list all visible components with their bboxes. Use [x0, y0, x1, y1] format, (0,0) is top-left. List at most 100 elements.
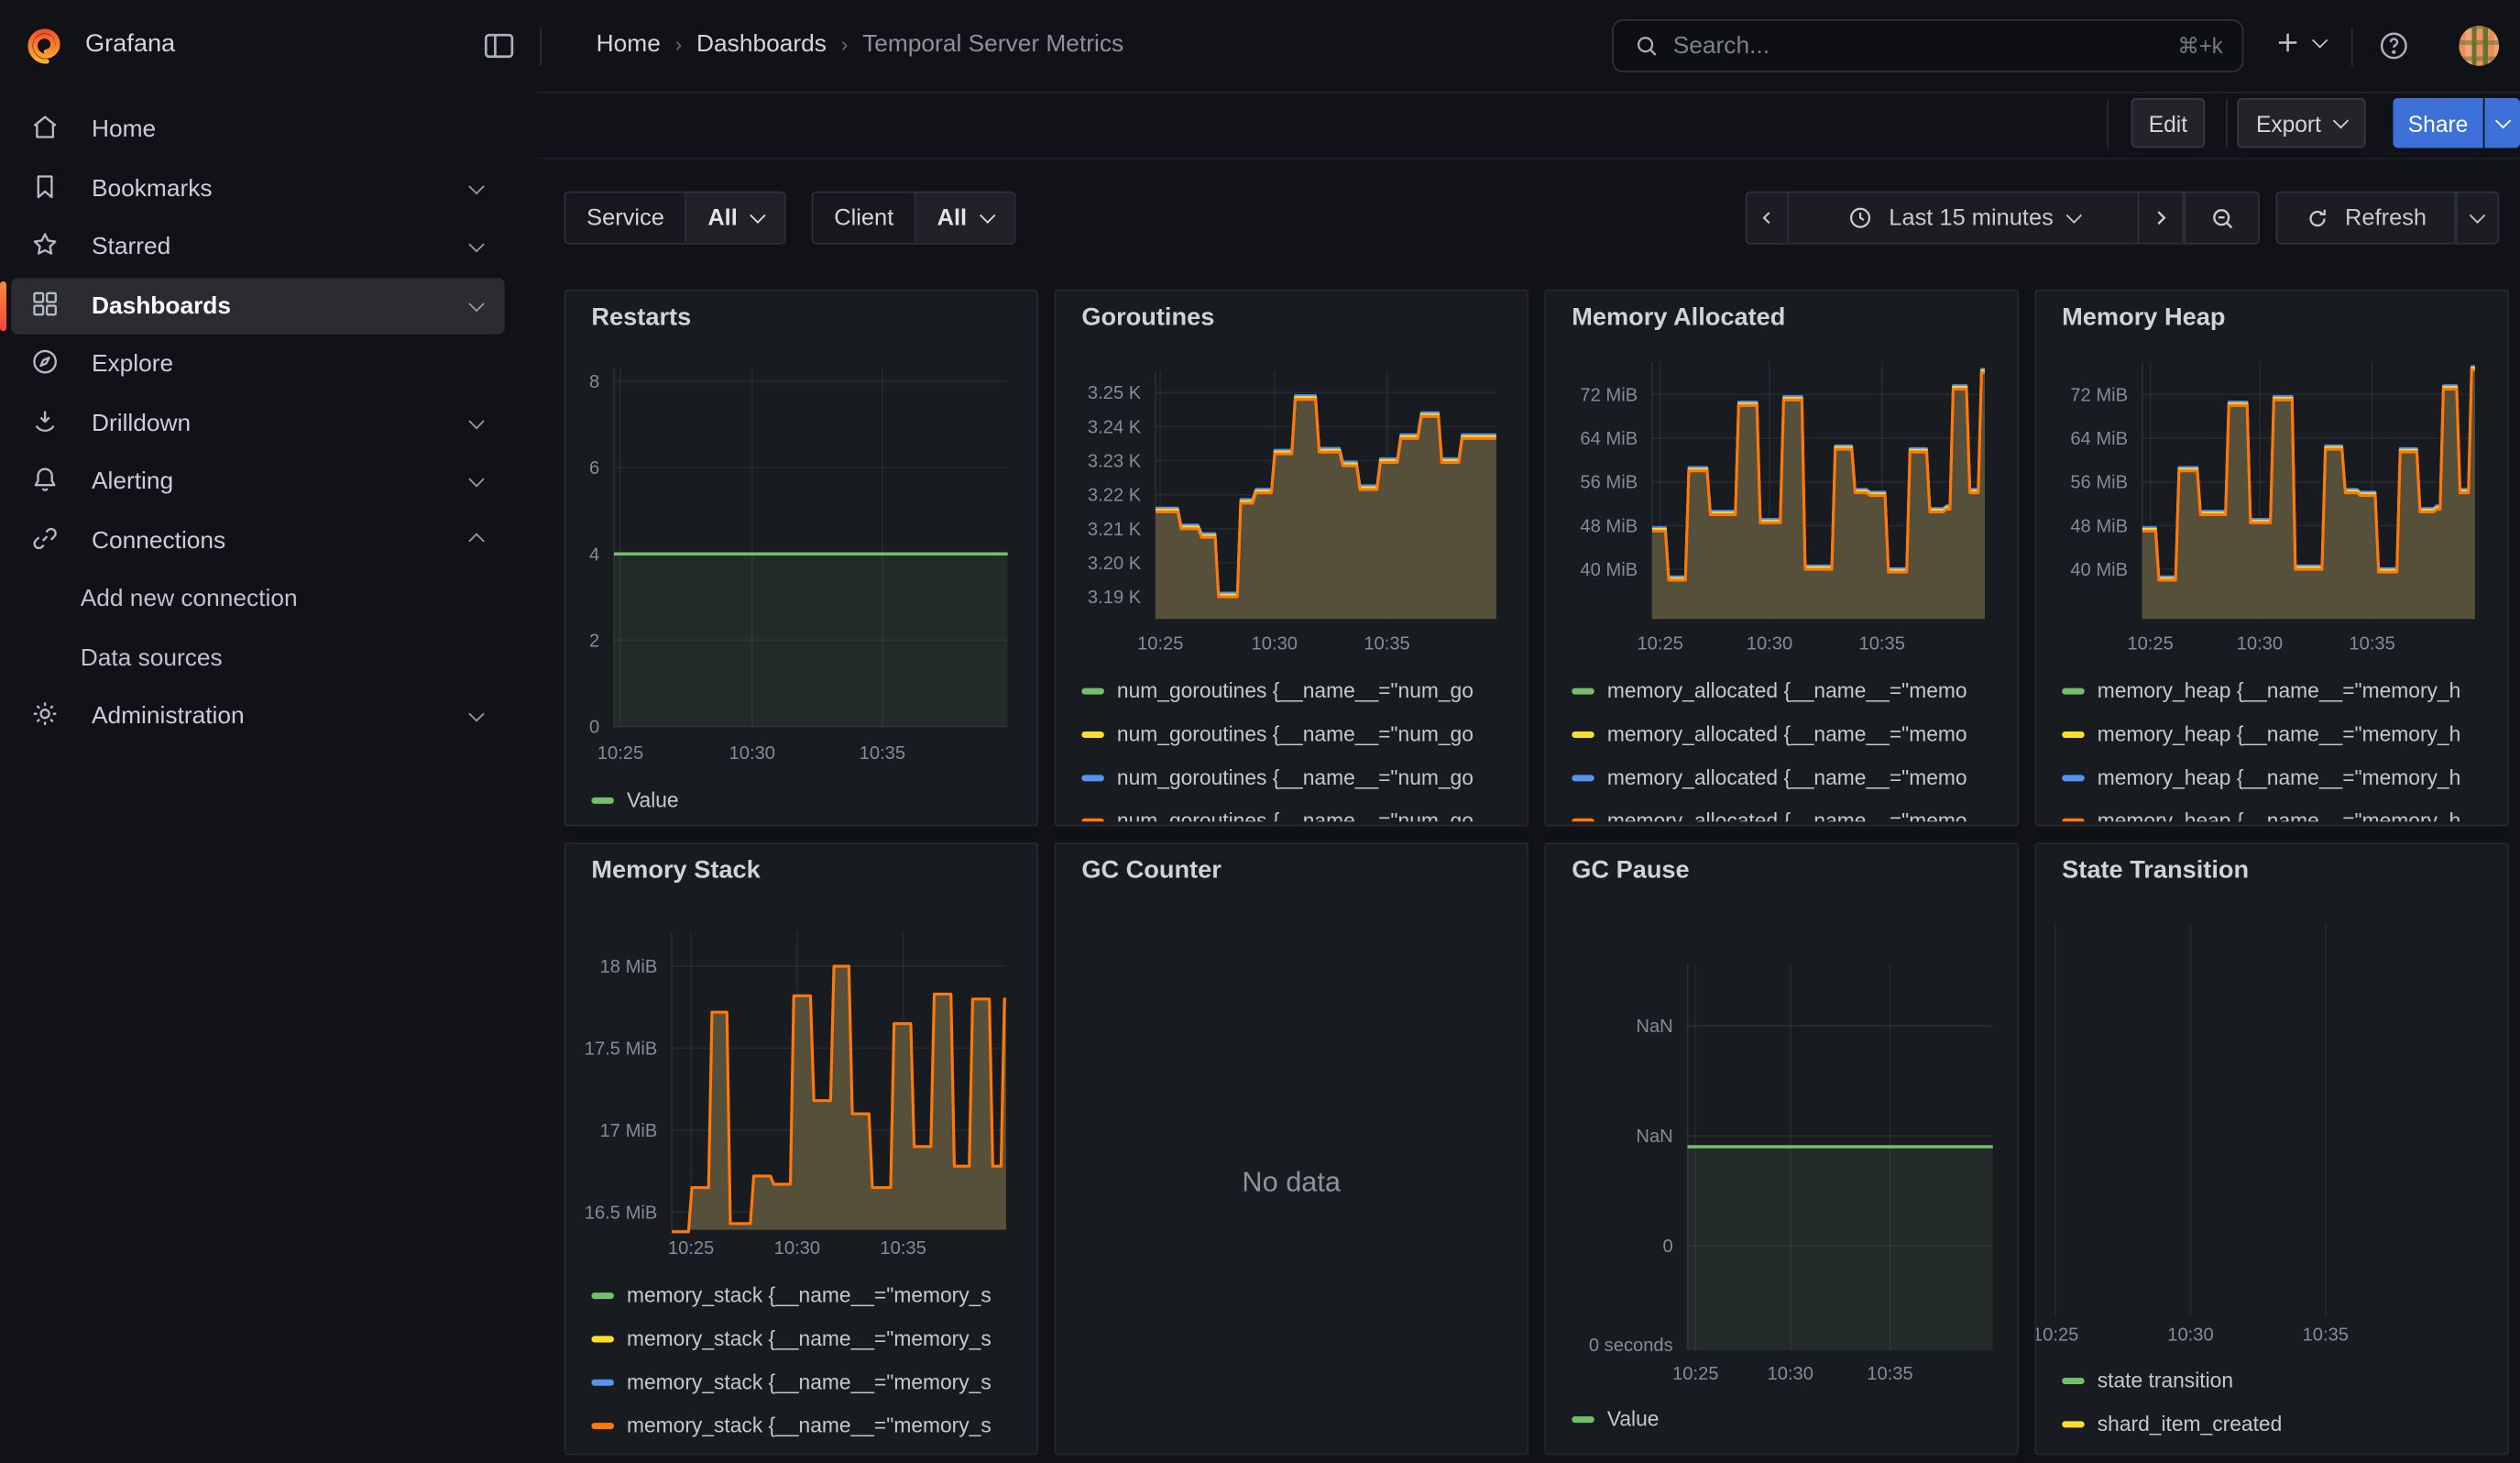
- svg-text:10:30: 10:30: [774, 1238, 820, 1259]
- share-button[interactable]: Share: [2393, 98, 2482, 148]
- panel-title[interactable]: GC Counter: [1081, 857, 1222, 886]
- legend-swatch: [591, 797, 614, 803]
- sidebar-item-connections[interactable]: Connections: [11, 512, 504, 568]
- refresh-label: Refresh: [2345, 205, 2427, 231]
- legend-label: num_goroutines {__name__="num_go: [1117, 808, 1474, 821]
- legend-item[interactable]: memory_stack {__name__="memory_s: [591, 1403, 1033, 1446]
- chevron-down-icon: [2312, 32, 2328, 48]
- sidebar-item-label: Bookmarks: [92, 174, 471, 202]
- time-shift-forward-button[interactable]: [2139, 192, 2184, 245]
- legend-label: memory_stack {__name__="memory_s: [627, 1326, 992, 1350]
- service-filter-value[interactable]: All: [687, 192, 784, 242]
- help-icon[interactable]: [2377, 29, 2411, 63]
- breadcrumb-home[interactable]: Home: [597, 30, 661, 58]
- sidebar-toggle-icon[interactable]: [480, 28, 517, 64]
- svg-text:10:30: 10:30: [1252, 634, 1298, 654]
- legend-item[interactable]: memory_allocated {__name__="memo: [1572, 712, 2013, 755]
- legend-item[interactable]: memory_stack {__name__="memory_s: [591, 1273, 1033, 1316]
- chart-gc-pause[interactable]: NaNNaN00 seconds10:2510:3010:35: [1546, 844, 2019, 1455]
- legend-item[interactable]: memory_allocated {__name__="memo: [1572, 669, 2013, 712]
- sidebar-item-alerting[interactable]: Alerting: [11, 454, 504, 510]
- svg-text:NaN: NaN: [1636, 1017, 1672, 1037]
- svg-text:10:25: 10:25: [2036, 1326, 2078, 1346]
- legend-item[interactable]: memory_heap {__name__="memory_h: [2062, 712, 2504, 755]
- sidebar-item-add-new-connection[interactable]: Add new connection: [11, 571, 504, 627]
- legend: memory_allocated {__name__="memomemory_a…: [1572, 669, 2013, 822]
- export-label: Export: [2256, 110, 2321, 136]
- sidebar-item-administration[interactable]: Administration: [11, 688, 504, 744]
- chevron-down-icon[interactable]: [468, 236, 484, 252]
- legend-item[interactable]: memory_heap {__name__="memory_h: [2062, 669, 2504, 712]
- sidebar-item-starred[interactable]: Starred: [11, 219, 504, 275]
- legend-label: memory_heap {__name__="memory_h: [2098, 808, 2461, 821]
- chevron-up-icon[interactable]: [468, 533, 484, 548]
- legend-item[interactable]: num_goroutines {__name__="num_go: [1081, 712, 1523, 755]
- legend-item[interactable]: memory_heap {__name__="memory_h: [2062, 755, 2504, 798]
- chevron-down-icon: [2494, 113, 2510, 128]
- search-placeholder: Search...: [1673, 32, 2164, 60]
- share-dropdown-button[interactable]: [2484, 98, 2520, 148]
- chevron-down-icon[interactable]: [468, 178, 484, 193]
- legend-item[interactable]: memory_heap {__name__="memory_h: [2062, 799, 2504, 822]
- search-input[interactable]: Search... ⌘+k: [1612, 19, 2243, 72]
- legend-item[interactable]: memory_allocated {__name__="memo: [1572, 755, 2013, 798]
- sidebar-item-home[interactable]: Home: [11, 101, 504, 157]
- sidebar-item-dashboards[interactable]: Dashboards: [11, 278, 504, 334]
- legend-swatch: [2062, 1377, 2085, 1383]
- legend-item[interactable]: Value: [1572, 1397, 2013, 1440]
- legend-label: num_goroutines {__name__="num_go: [1117, 721, 1474, 745]
- legend-item[interactable]: num_goroutines {__name__="num_go: [1081, 669, 1523, 712]
- sidebar-item-bookmarks[interactable]: Bookmarks: [11, 160, 504, 216]
- legend-item[interactable]: shard_item_created: [2062, 1402, 2504, 1445]
- legend-item[interactable]: num_goroutines {__name__="num_go: [1081, 755, 1523, 798]
- legend-label: Value: [1607, 1407, 1660, 1431]
- time-shift-back-button[interactable]: [1746, 192, 1789, 245]
- star-icon: [29, 228, 61, 265]
- edit-button[interactable]: Edit: [2131, 98, 2206, 148]
- legend: memory_heap {__name__="memory_hmemory_he…: [2062, 669, 2504, 822]
- drilldown-icon: [29, 404, 61, 441]
- time-zoom-out-button[interactable]: [2184, 192, 2259, 245]
- grafana-logo-icon[interactable]: [24, 24, 67, 67]
- export-button[interactable]: Export: [2237, 98, 2365, 148]
- legend-item[interactable]: memory_stack {__name__="memory_s: [591, 1360, 1033, 1403]
- sidebar-item-label: Starred: [92, 233, 471, 260]
- legend-label: memory_stack {__name__="memory_s: [627, 1283, 992, 1307]
- legend-item[interactable]: num_goroutines {__name__="num_go: [1081, 799, 1523, 822]
- svg-text:3.24 K: 3.24 K: [1088, 417, 1142, 437]
- new-button[interactable]: [2273, 28, 2326, 58]
- grafana-app: Grafana Home › Dashboards › Temporal Ser…: [0, 0, 2520, 1463]
- legend-swatch: [591, 1422, 614, 1428]
- chevron-down-icon[interactable]: [468, 706, 484, 721]
- chevron-down-icon[interactable]: [468, 412, 484, 428]
- time-range-picker[interactable]: Last 15 minutes: [1789, 192, 2139, 245]
- legend-swatch: [591, 1379, 614, 1385]
- time-controls: Last 15 minutes: [1746, 192, 2260, 245]
- refresh-button[interactable]: Refresh: [2275, 192, 2455, 245]
- client-filter-value[interactable]: All: [916, 192, 1013, 242]
- chart-restarts[interactable]: 0246810:2510:3010:35: [565, 291, 1038, 826]
- svg-text:72 MiB: 72 MiB: [1580, 385, 1638, 405]
- sidebar-item-drilldown[interactable]: Drilldown: [11, 395, 504, 451]
- legend-item[interactable]: state transition: [2062, 1358, 2504, 1402]
- legend-label: memory_stack {__name__="memory_s: [627, 1370, 992, 1393]
- breadcrumb-dashboards[interactable]: Dashboards: [696, 30, 827, 58]
- chevron-down-icon[interactable]: [468, 295, 484, 311]
- legend-swatch: [1572, 1415, 1594, 1422]
- svg-text:10:35: 10:35: [1859, 634, 1905, 654]
- legend-item[interactable]: memory_allocated {__name__="memo: [1572, 799, 2013, 822]
- sidebar-item-explore[interactable]: Explore: [11, 336, 504, 392]
- svg-text:8: 8: [589, 372, 599, 392]
- chevron-down-icon[interactable]: [468, 471, 484, 487]
- chevron-down-icon: [2065, 207, 2081, 223]
- legend-item[interactable]: memory_stack {__name__="memory_s: [591, 1316, 1033, 1359]
- svg-text:10:35: 10:35: [1867, 1364, 1912, 1384]
- legend-label: Value: [627, 787, 679, 811]
- svg-text:4: 4: [589, 544, 599, 565]
- home-icon: [29, 111, 61, 148]
- legend-item[interactable]: Value: [591, 778, 1033, 821]
- refresh-interval-dropdown[interactable]: [2456, 192, 2499, 245]
- user-avatar[interactable]: [2459, 26, 2499, 66]
- sidebar-item-data-sources[interactable]: Data sources: [11, 630, 504, 686]
- svg-text:3.25 K: 3.25 K: [1088, 383, 1142, 403]
